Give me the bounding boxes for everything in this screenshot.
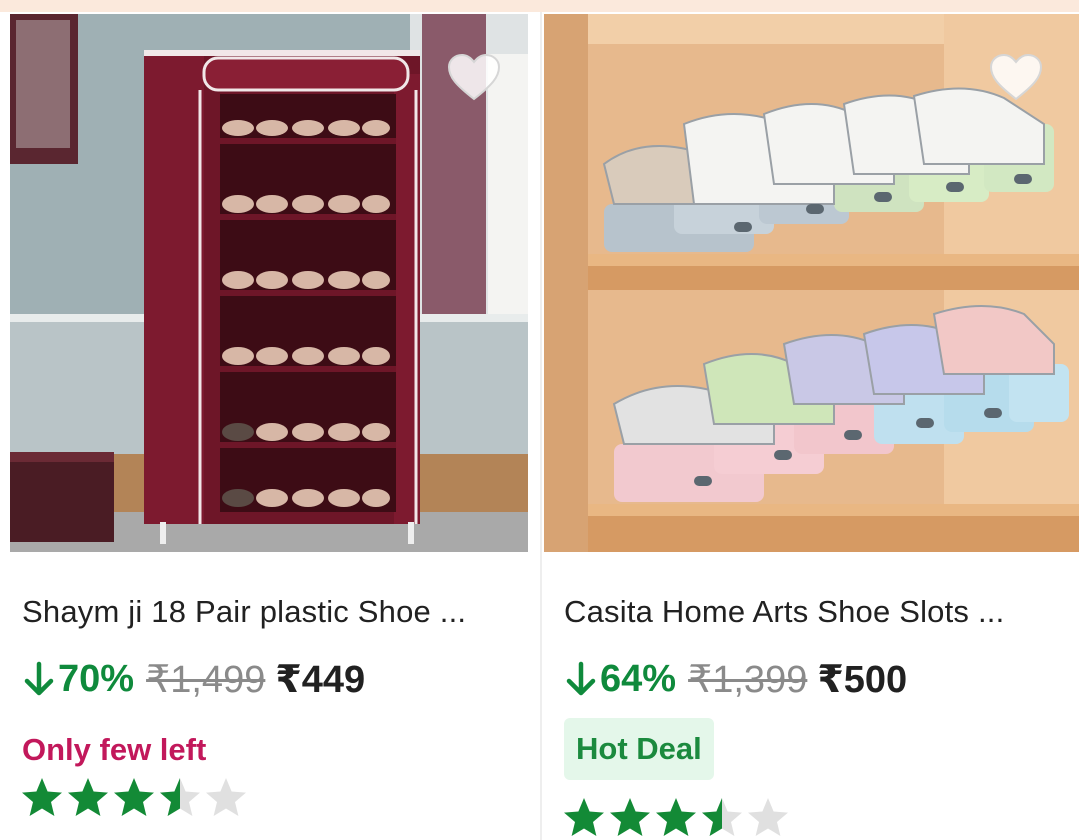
down-arrow-icon [566,661,596,696]
selling-price: ₹500 [817,658,908,701]
star-filled-icon [68,778,108,816]
wishlist-heart-icon[interactable] [988,52,1044,104]
star-filled-icon [656,798,696,836]
star-filled-icon [22,778,62,816]
price-row: 70% ₹1,499 ₹449 [22,654,365,704]
discount-percent: 70% [58,657,135,700]
product-title[interactable]: Shaym ji 18 Pair plastic Shoe ... [22,594,512,630]
price-row: 64% ₹1,399 ₹500 [564,654,907,704]
down-arrow-icon [24,661,54,696]
rating-stars [20,776,250,818]
original-price: ₹1,399 [688,658,808,701]
wishlist-heart-icon[interactable] [446,52,502,104]
star-filled-icon [610,798,650,836]
top-strip [0,0,1079,12]
product-grid: Shaym ji 18 Pair plastic Shoe ... 70% ₹1… [0,12,1079,840]
stock-badge: Only few left [22,732,207,767]
product-card[interactable]: Shaym ji 18 Pair plastic Shoe ... 70% ₹1… [10,12,530,840]
product-card[interactable]: Casita Home Arts Shoe Slots ... 64% ₹1,3… [544,12,1079,840]
original-price: ₹1,499 [146,658,266,701]
product-title[interactable]: Casita Home Arts Shoe Slots ... [564,594,1054,630]
star-empty-icon [206,778,246,816]
star-filled-icon [114,778,154,816]
star-half-icon [702,798,742,836]
hot-deal-badge: Hot Deal [564,718,714,780]
grid-divider [540,12,542,840]
selling-price: ₹449 [275,658,366,701]
discount-percent: 64% [600,657,677,700]
star-half-icon [160,778,200,816]
rating-stars [562,796,792,838]
star-filled-icon [564,798,604,836]
star-empty-icon [748,798,788,836]
